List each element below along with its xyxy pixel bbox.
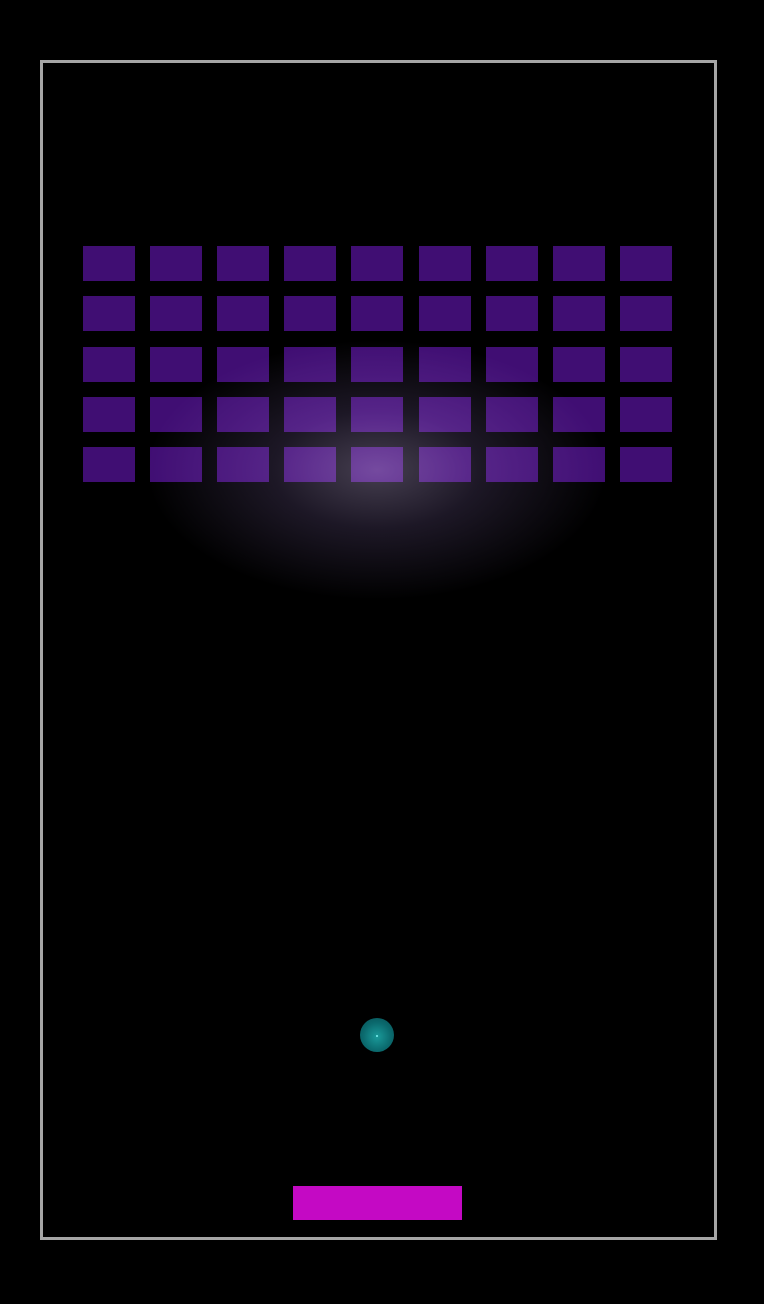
ball	[360, 1018, 394, 1052]
playfield-border	[40, 60, 717, 1240]
paddle[interactable]	[293, 1186, 462, 1220]
game-screen	[0, 0, 764, 1304]
ball-highlight	[376, 1035, 378, 1037]
